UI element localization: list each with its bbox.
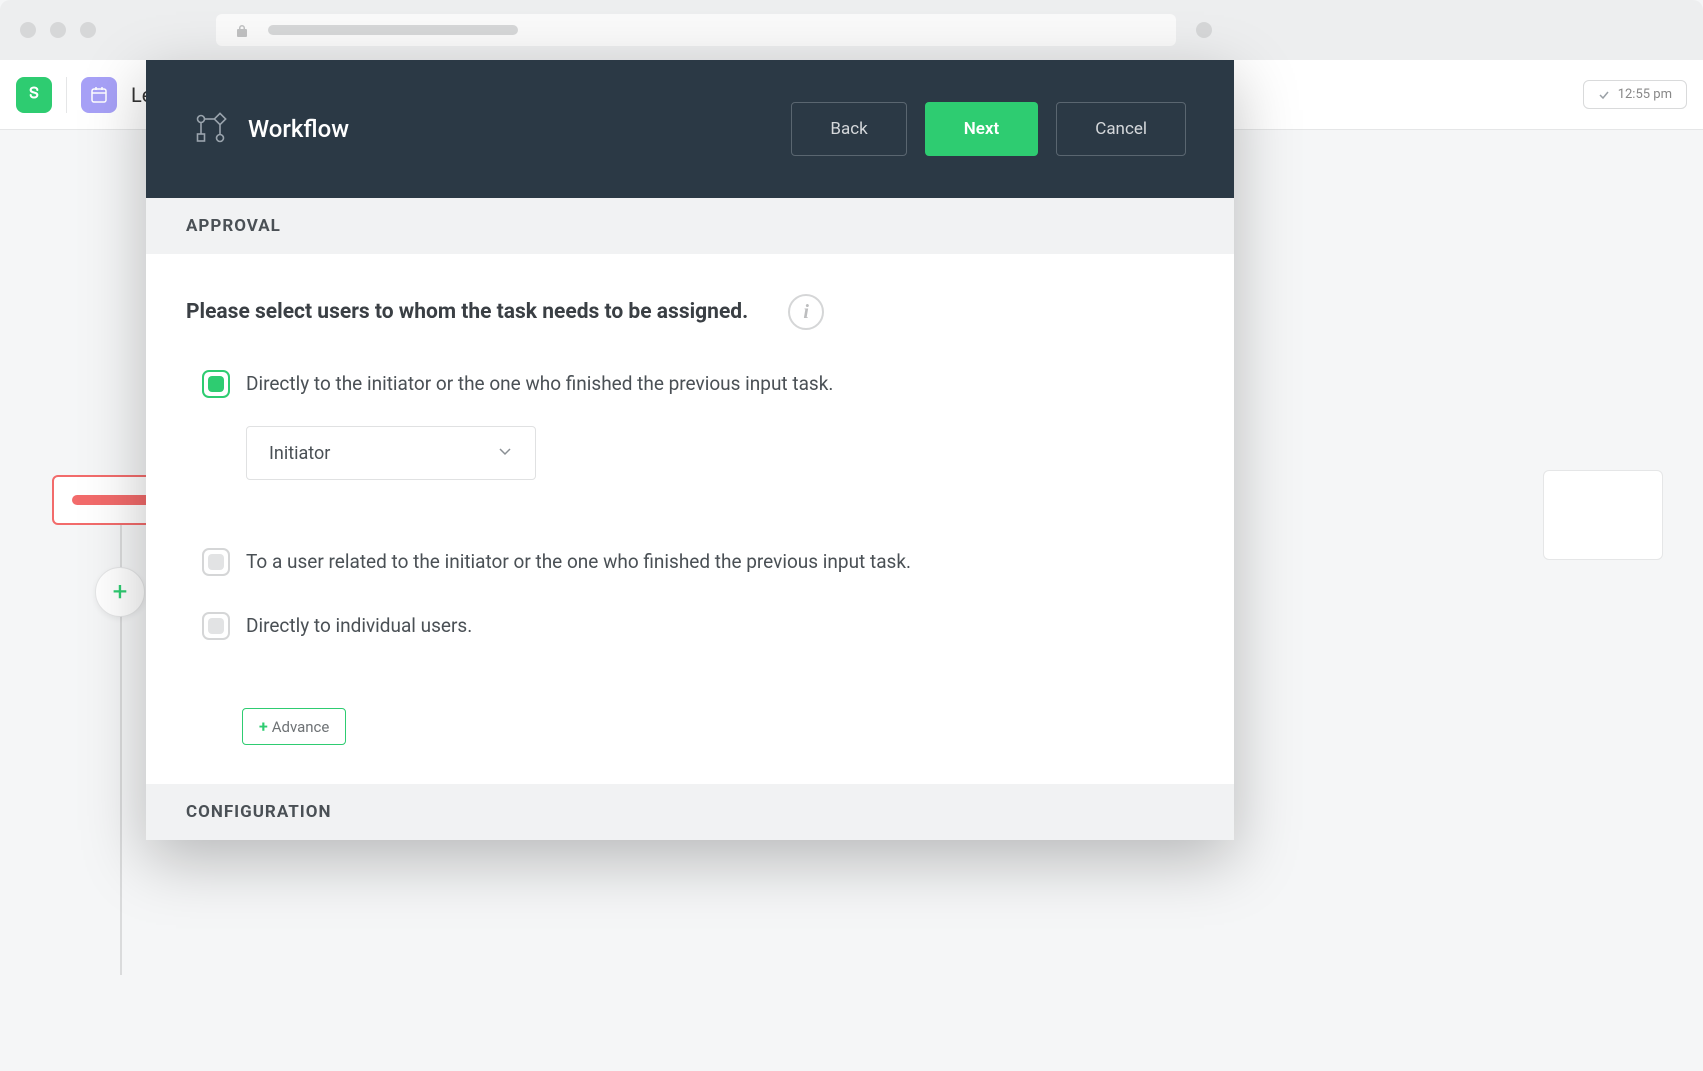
traffic-light-close[interactable] bbox=[20, 22, 36, 38]
plus-icon: + bbox=[113, 577, 128, 607]
lock-icon bbox=[236, 23, 248, 37]
back-button[interactable]: Back bbox=[791, 102, 906, 156]
browser-chrome bbox=[0, 0, 1703, 60]
advance-label: Advance bbox=[272, 718, 330, 736]
initiator-select[interactable]: Initiator bbox=[246, 426, 536, 480]
traffic-light-maximize[interactable] bbox=[80, 22, 96, 38]
section-configuration-header: CONFIGURATION bbox=[146, 784, 1234, 840]
time-text: 12:55 pm bbox=[1618, 87, 1672, 102]
plus-icon: + bbox=[259, 717, 268, 736]
add-node-button[interactable]: + bbox=[95, 567, 145, 617]
calendar-icon[interactable] bbox=[81, 77, 117, 113]
info-icon[interactable]: i bbox=[788, 294, 824, 330]
workflow-icon bbox=[194, 112, 228, 146]
chevron-down-icon bbox=[497, 443, 513, 464]
option-1-label: Directly to the initiator or the one who… bbox=[246, 370, 1194, 398]
option-2-label: To a user related to the initiator or th… bbox=[246, 548, 1194, 576]
checkbox-option-2[interactable] bbox=[202, 548, 230, 576]
side-panel-card bbox=[1543, 470, 1663, 560]
modal-title: Workflow bbox=[248, 115, 771, 143]
option-individual-users[interactable]: Directly to individual users. bbox=[186, 612, 1194, 640]
modal-header: Workflow Back Next Cancel bbox=[146, 60, 1234, 198]
checkbox-option-3[interactable] bbox=[202, 612, 230, 640]
traffic-light-minimize[interactable] bbox=[50, 22, 66, 38]
option-3-label: Directly to individual users. bbox=[246, 612, 1194, 640]
prompt-text: Please select users to whom the task nee… bbox=[186, 300, 748, 324]
modal-header-buttons: Back Next Cancel bbox=[791, 102, 1186, 156]
next-button[interactable]: Next bbox=[925, 102, 1039, 156]
prompt-row: Please select users to whom the task nee… bbox=[186, 294, 1194, 330]
traffic-lights bbox=[20, 22, 96, 38]
app-logo[interactable] bbox=[16, 77, 52, 113]
url-skeleton bbox=[268, 25, 518, 35]
url-bar[interactable] bbox=[216, 14, 1176, 46]
time-indicator[interactable]: 12:55 pm bbox=[1583, 80, 1687, 109]
workflow-modal: Workflow Back Next Cancel APPROVAL Pleas… bbox=[146, 60, 1234, 840]
section-approval-header: APPROVAL bbox=[146, 198, 1234, 254]
node-bar bbox=[72, 495, 152, 505]
option-direct-initiator[interactable]: Directly to the initiator or the one who… bbox=[186, 370, 1194, 508]
checkbox-option-1[interactable] bbox=[202, 370, 230, 398]
advance-button[interactable]: + Advance bbox=[242, 708, 346, 745]
modal-body: Please select users to whom the task nee… bbox=[146, 254, 1234, 805]
option-related-user[interactable]: To a user related to the initiator or th… bbox=[186, 548, 1194, 576]
browser-extra-dot bbox=[1196, 22, 1212, 38]
cancel-button[interactable]: Cancel bbox=[1056, 102, 1186, 156]
select-value: Initiator bbox=[269, 443, 330, 464]
